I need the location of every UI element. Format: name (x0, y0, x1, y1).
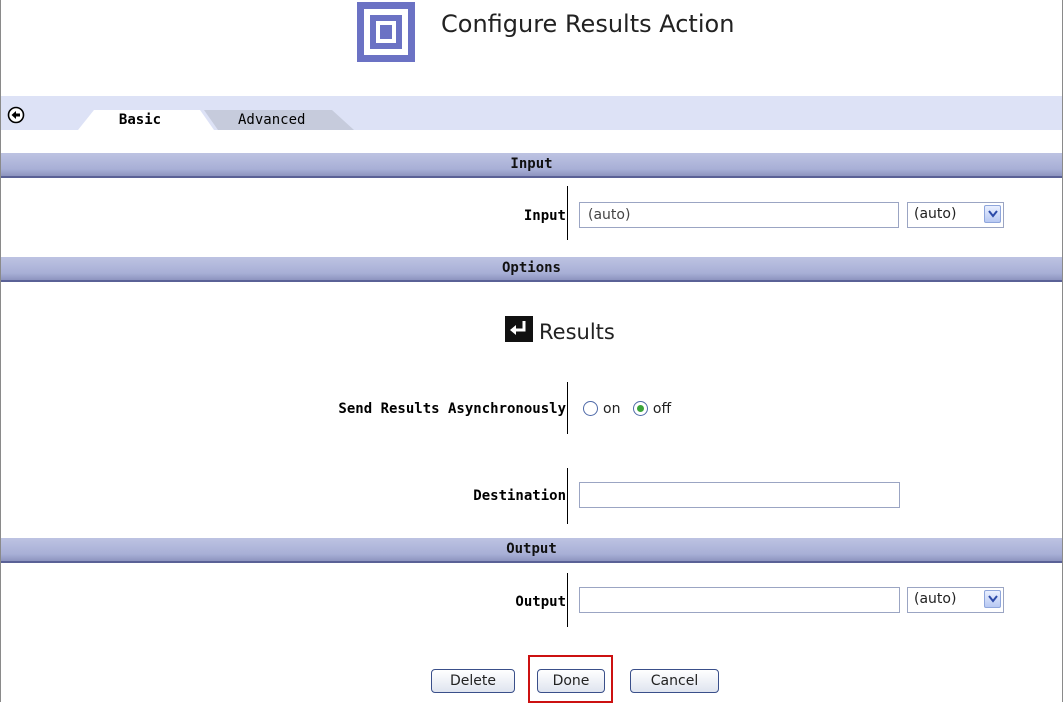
output-label: Output (515, 594, 566, 610)
radio-on[interactable] (583, 401, 598, 416)
section-header-options: Options (1, 257, 1062, 282)
destination-field[interactable] (579, 482, 900, 508)
destination-label: Destination (473, 488, 566, 504)
delete-button[interactable]: Delete (431, 669, 515, 693)
output-field[interactable] (579, 587, 900, 613)
back-arrow-circle-icon[interactable] (7, 106, 25, 124)
input-label: Input (523, 208, 566, 224)
radio-on-label: on (603, 401, 621, 417)
radio-off-label: off (652, 401, 672, 417)
input-select-value: (auto) (914, 206, 957, 222)
section-header-input: Input (1, 153, 1062, 178)
output-select-value: (auto) (914, 591, 957, 607)
tab-basic-label: Basic (118, 112, 162, 128)
tab-advanced-label: Advanced (238, 112, 306, 128)
nested-square-icon (357, 2, 415, 62)
tab-basic[interactable]: Basic (78, 110, 214, 130)
tab-advanced[interactable]: Advanced (204, 110, 354, 130)
section-header-output: Output (1, 538, 1062, 563)
page-title: Configure Results Action (441, 10, 735, 38)
divider-line (567, 186, 568, 240)
cancel-button[interactable]: Cancel (630, 669, 719, 693)
radio-off[interactable] (632, 401, 648, 416)
output-target-select[interactable]: (auto) (907, 587, 1004, 613)
chevron-down-icon[interactable] (984, 205, 1001, 223)
input-field[interactable]: (auto) (579, 202, 899, 228)
divider-line (567, 573, 568, 627)
done-button[interactable]: Done (537, 669, 605, 693)
divider-line (567, 468, 568, 524)
input-source-select[interactable]: (auto) (907, 202, 1004, 228)
send-async-radio-group: on off (583, 401, 679, 417)
return-arrow-icon (505, 316, 533, 342)
results-heading: Results (539, 320, 615, 344)
divider-line (567, 382, 568, 434)
send-async-label: Send Results Asynchronously (338, 401, 566, 417)
chevron-down-icon[interactable] (984, 590, 1001, 608)
